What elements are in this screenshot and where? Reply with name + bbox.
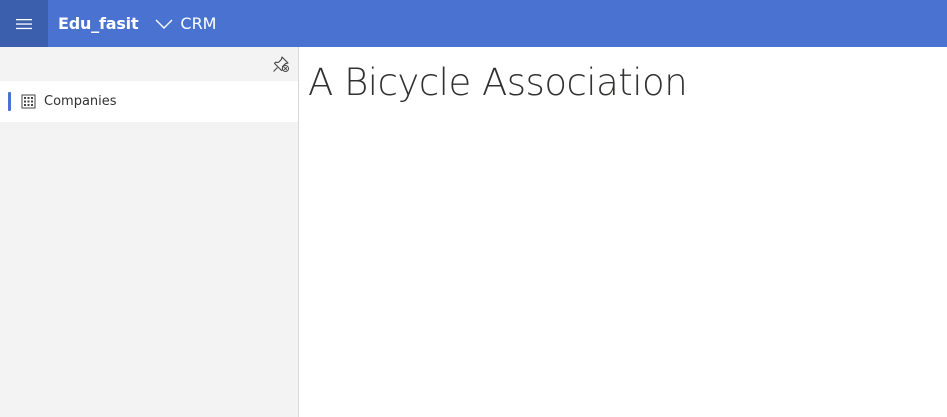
sidebar-item-label: Companies bbox=[44, 94, 117, 109]
chevron-down-icon bbox=[155, 19, 173, 29]
sidebar-item-companies[interactable]: Companies bbox=[0, 81, 298, 122]
hamburger-icon bbox=[16, 18, 32, 29]
module-name[interactable]: CRM bbox=[180, 14, 216, 33]
sidebar-header bbox=[0, 47, 298, 81]
unpin-icon bbox=[273, 56, 289, 72]
app-name[interactable]: Edu_fasit bbox=[58, 14, 139, 33]
selected-indicator bbox=[8, 92, 11, 111]
navigation-menu-button[interactable] bbox=[0, 0, 48, 47]
app-switcher-button[interactable] bbox=[154, 14, 174, 34]
building-icon bbox=[20, 94, 36, 110]
unpin-sidebar-button[interactable] bbox=[272, 55, 290, 73]
sidebar: Companies bbox=[0, 47, 299, 417]
main-content: A Bicycle Association bbox=[299, 47, 947, 417]
top-bar: Edu_fasit CRM bbox=[0, 0, 947, 47]
page-title: A Bicycle Association bbox=[308, 61, 688, 104]
